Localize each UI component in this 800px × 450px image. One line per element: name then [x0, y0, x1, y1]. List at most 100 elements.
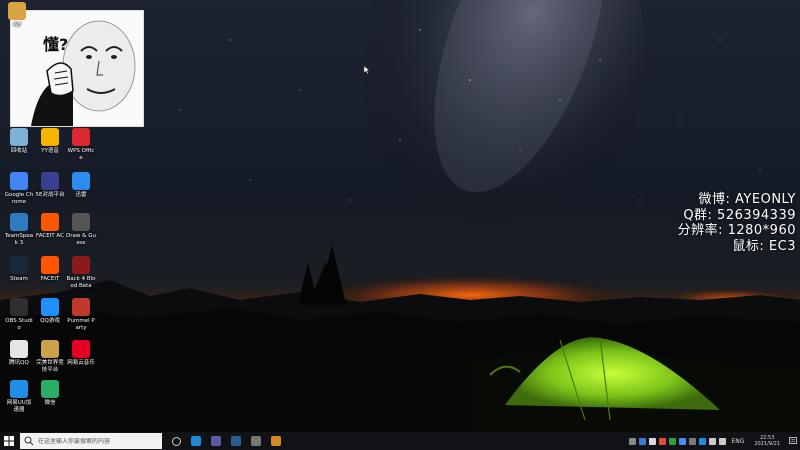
desktop-icon-label: FACEIT [40, 276, 60, 282]
input-language-indicator[interactable]: ENG [731, 438, 744, 445]
qq-games-icon [41, 298, 59, 316]
wechat-icon [41, 380, 59, 398]
desktop-icon-feishu[interactable]: 迅雷 [66, 172, 96, 199]
desktop-icon-label: 迅雷 [75, 192, 87, 198]
desktop-icon-teamspeak[interactable]: TeamSpeak 3 [4, 213, 34, 247]
app-icon [211, 436, 221, 446]
system-tray: ENG 22:53 2021/9/21 [627, 432, 800, 450]
desktop-icon-label: OBS Studio [5, 318, 33, 331]
yy-voice-icon [41, 128, 59, 146]
taskbar-app-task-view[interactable] [166, 432, 186, 450]
desktop-icon-netease-uu[interactable]: 网易UU加速器 [4, 380, 34, 414]
desktop-icon-tencent-qq[interactable]: 腾讯QQ [4, 340, 34, 367]
desktop-icon-top-1[interactable]: Ad [2, 2, 32, 29]
info-weibo: 微博: AYEONLY [698, 192, 796, 207]
desktop-icon-google-chrome[interactable]: Google Chrome [4, 172, 34, 206]
network-icon[interactable] [708, 437, 716, 445]
meme-caption: 懂? [43, 35, 69, 54]
desktop-icon-recycle-bin[interactable]: 回收站 [4, 128, 34, 155]
tray-app-icon[interactable] [648, 437, 656, 445]
info-resolution: 分辨率: 1280*960 [677, 223, 796, 238]
teamspeak-icon [10, 213, 28, 231]
search-input[interactable] [38, 437, 158, 445]
qq-penguin-icon [10, 340, 28, 358]
taskbar: ENG 22:53 2021/9/21 [0, 432, 800, 450]
perfect-world-icon [41, 340, 59, 358]
desktop-icon-netease-music[interactable]: 网易云音乐 [66, 340, 96, 367]
tray-app-icon[interactable] [658, 437, 666, 445]
taskbar-app-edge[interactable] [186, 432, 206, 450]
task-view-icon [171, 436, 181, 446]
desktop-icon-yy-voice[interactable]: YY语音 [35, 128, 65, 155]
desktop-icon-label: TeamSpeak 3 [4, 233, 34, 246]
desktop-icon-wps-office[interactable]: WPS Office [66, 128, 96, 162]
desktop-icon-steam[interactable]: Steam [4, 256, 34, 283]
taskbar-search-box[interactable] [20, 433, 162, 449]
5e-icon [41, 172, 59, 190]
desktop-icon-wegame[interactable]: 完美世界竞技平台 [35, 340, 65, 374]
desktop-icon-label: 回收站 [10, 148, 28, 154]
desktop-icon-wechat[interactable]: 微信 [35, 380, 65, 407]
b4b-icon [72, 256, 90, 274]
mouse-cursor-icon [364, 66, 370, 74]
desktop-icon-label: 微信 [44, 400, 56, 406]
desktop-icon-label: Steam [10, 276, 28, 282]
desktop-icon-qq-games[interactable]: QQ游戏 [35, 298, 65, 325]
desktop-icon-label: WPS Office [67, 148, 95, 161]
desktop-icon-label: YY语音 [41, 148, 59, 154]
tray-app-icon[interactable] [688, 437, 696, 445]
desktop-icon-label: Draw & Guess [66, 233, 96, 246]
tray-app-icon[interactable] [638, 437, 646, 445]
app-icon [8, 2, 26, 20]
clock-date: 2021/9/21 [754, 441, 780, 447]
desktop-icon-label: Pummel Party [67, 318, 95, 331]
notification-center-button[interactable] [786, 432, 800, 450]
steam-icon [10, 256, 28, 274]
search-icon [24, 436, 34, 446]
desktop-icon-label: FACEIT AC [36, 233, 64, 239]
desktop-icon-label: Ad [13, 22, 21, 28]
pummel-party-icon [72, 298, 90, 316]
desktop-icon-draw-guess[interactable]: Draw & Guess [66, 213, 96, 247]
desktop-icon-pummel-party[interactable]: Pummel Party [66, 298, 96, 332]
tray-chevron-icon[interactable] [628, 437, 636, 445]
edge-icon [191, 436, 201, 446]
desktop-icon-label: Back 4 Blood Beta [66, 276, 96, 289]
app-icon [271, 436, 281, 446]
desktop-icon-5e-platform[interactable]: 5E对战平台 [35, 172, 65, 199]
desktop-icon-obs[interactable]: OBS Studio [4, 298, 34, 332]
pencil-icon [72, 213, 90, 231]
desktop-icon-label: 腾讯QQ [9, 360, 29, 366]
obs-icon [251, 436, 261, 446]
wps-office-icon [72, 128, 90, 146]
faceit-ac-icon [41, 213, 59, 231]
windows-logo-icon [4, 436, 14, 446]
desktop-icon-back4blood[interactable]: Back 4 Blood Beta [66, 256, 96, 290]
info-qq-group: Q群: 526394339 [683, 207, 796, 223]
streamer-info-overlay: 微博: AYEONLY Q群: 526394339 分辨率: 1280*960 … [678, 192, 796, 254]
desktop-icon-faceit[interactable]: FACEIT [35, 256, 65, 283]
desktop-icon-label: 完美世界竞技平台 [36, 360, 64, 373]
taskbar-clock[interactable]: 22:53 2021/9/21 [754, 435, 780, 447]
recycle-bin-icon [10, 128, 28, 146]
start-button[interactable] [0, 432, 18, 450]
volume-icon[interactable] [718, 437, 726, 445]
desktop-icon-label: 5E对战平台 [35, 192, 65, 198]
taskbar-app-app-5[interactable] [266, 432, 286, 450]
desktop-icon-faceit-ac[interactable]: FACEIT AC [35, 213, 65, 240]
faceit-icon [41, 256, 59, 274]
tray-app-icon[interactable] [678, 437, 686, 445]
desktop-icon-label: Google Chrome [4, 192, 34, 205]
taskbar-app-obs[interactable] [246, 432, 266, 450]
desktop-icon-label: 网易UU加速器 [6, 400, 32, 413]
taskbar-app-app-2[interactable] [206, 432, 226, 450]
tray-app-icon[interactable] [668, 437, 676, 445]
taskbar-pinned-apps [166, 432, 286, 450]
taskbar-app-steam[interactable] [226, 432, 246, 450]
netease-music-icon [72, 340, 90, 358]
desktop-icon-label: QQ游戏 [40, 318, 60, 324]
obs-icon [10, 298, 28, 316]
tray-app-icon[interactable] [698, 437, 706, 445]
chrome-icon [10, 172, 28, 190]
steam-icon [231, 436, 241, 446]
